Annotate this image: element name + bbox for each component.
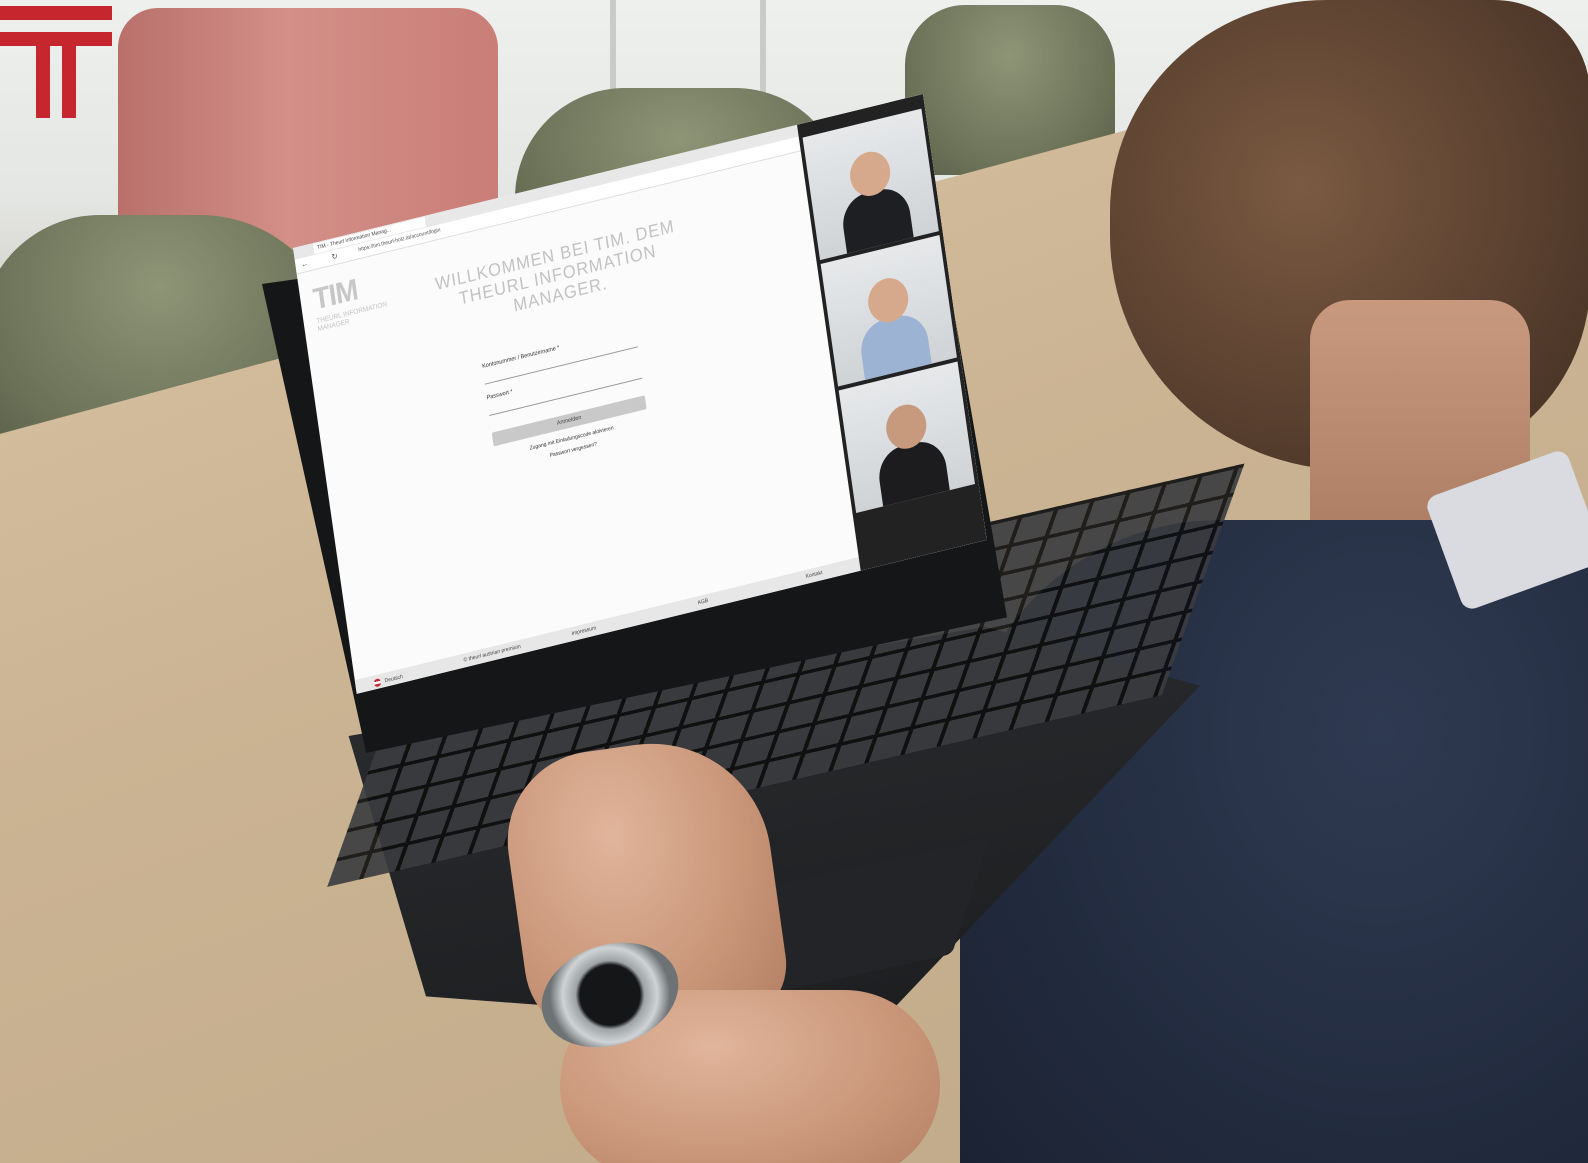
arrow-left-icon[interactable]: ←: [300, 259, 308, 270]
agb-link[interactable]: AGB: [697, 598, 708, 606]
username-input[interactable]: [484, 346, 638, 385]
video-tile: [802, 108, 939, 261]
video-tile: [838, 361, 975, 513]
video-tile: [820, 235, 957, 387]
theurl-logo: [0, 6, 112, 118]
password-label: Passwort *: [486, 389, 514, 402]
austria-flag-icon: [373, 677, 382, 688]
refresh-icon[interactable]: ↻: [331, 251, 338, 261]
impressum-link[interactable]: Impressum: [571, 625, 596, 637]
photo-scene: TIM - Theurl Information Manag... ← ↻ ht…: [0, 0, 1588, 1163]
username-label: Kontonummer / Benutzername *: [481, 345, 560, 370]
kontakt-link[interactable]: Kontakt: [805, 570, 823, 580]
